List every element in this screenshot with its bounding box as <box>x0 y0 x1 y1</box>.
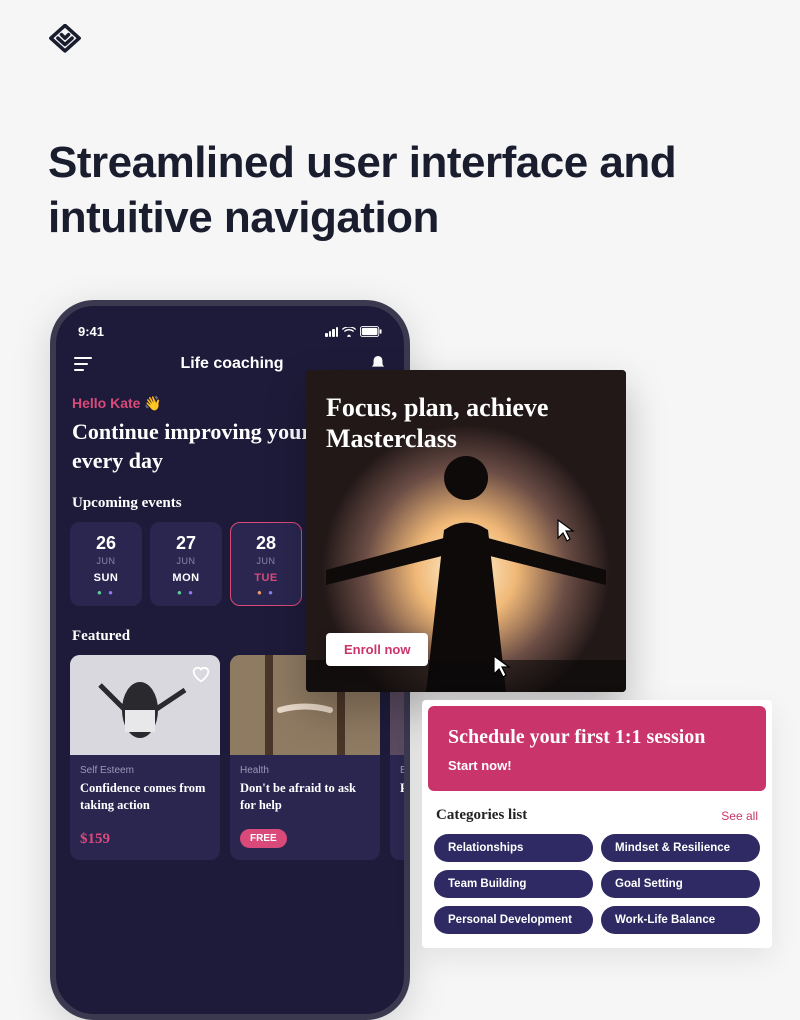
cursor-icon <box>556 518 576 542</box>
featured-category: Health <box>240 765 370 776</box>
page-headline: Streamlined user interface and intuitive… <box>48 135 800 245</box>
featured-label: Featured <box>72 628 130 645</box>
event-dots: ● ● <box>151 588 221 597</box>
enroll-button[interactable]: Enroll now <box>326 633 428 666</box>
date-card-selected[interactable]: 28 JUN TUE ● ● <box>230 522 302 606</box>
schedule-subtitle: Start now! <box>448 758 746 773</box>
featured-card[interactable]: Self Esteem Confidence comes from taking… <box>70 655 220 860</box>
event-dots: ● ● <box>231 588 301 597</box>
date-card[interactable]: 27 JUN MON ● ● <box>150 522 222 606</box>
wifi-icon <box>342 327 356 337</box>
categories-label: Categories list <box>436 807 527 824</box>
right-panel: Schedule your first 1:1 session Start no… <box>422 700 772 948</box>
screen-title: Life coaching <box>180 355 283 373</box>
masterclass-card[interactable]: Focus, plan, achieve Masterclass Enroll … <box>306 370 626 692</box>
featured-title: Don't be afraid to ask for help <box>240 780 370 814</box>
schedule-title: Schedule your first 1:1 session <box>448 724 746 750</box>
date-card[interactable]: 26 JUN SUN ● ● <box>70 522 142 606</box>
featured-image <box>70 655 220 755</box>
featured-category: Bu <box>400 765 410 776</box>
featured-title: Ro <box>400 780 410 797</box>
featured-price: $159 <box>80 831 110 847</box>
category-chip[interactable]: Mindset & Resilience <box>601 834 760 862</box>
category-chip[interactable]: Personal Development <box>434 906 593 934</box>
categories-see-all[interactable]: See all <box>721 809 758 823</box>
featured-category: Self Esteem <box>80 765 210 776</box>
event-dots: ● ● <box>71 588 141 597</box>
status-bar: 9:41 <box>70 322 390 349</box>
categories-grid: Relationships Mindset & Resilience Team … <box>428 834 766 942</box>
category-chip[interactable]: Relationships <box>434 834 593 862</box>
category-chip[interactable]: Team Building <box>434 870 593 898</box>
signal-icon <box>325 327 338 337</box>
battery-icon <box>360 326 382 337</box>
cursor-icon <box>492 654 512 678</box>
schedule-card[interactable]: Schedule your first 1:1 session Start no… <box>428 706 766 791</box>
free-badge: FREE <box>240 829 287 848</box>
category-chip[interactable]: Goal Setting <box>601 870 760 898</box>
category-chip[interactable]: Work-Life Balance <box>601 906 760 934</box>
heart-icon[interactable] <box>190 663 212 685</box>
brand-logo <box>48 24 82 63</box>
status-time: 9:41 <box>78 324 104 339</box>
menu-icon[interactable] <box>74 357 94 371</box>
masterclass-title: Focus, plan, achieve Masterclass <box>306 370 626 454</box>
featured-title: Confidence comes from taking action <box>80 780 210 814</box>
